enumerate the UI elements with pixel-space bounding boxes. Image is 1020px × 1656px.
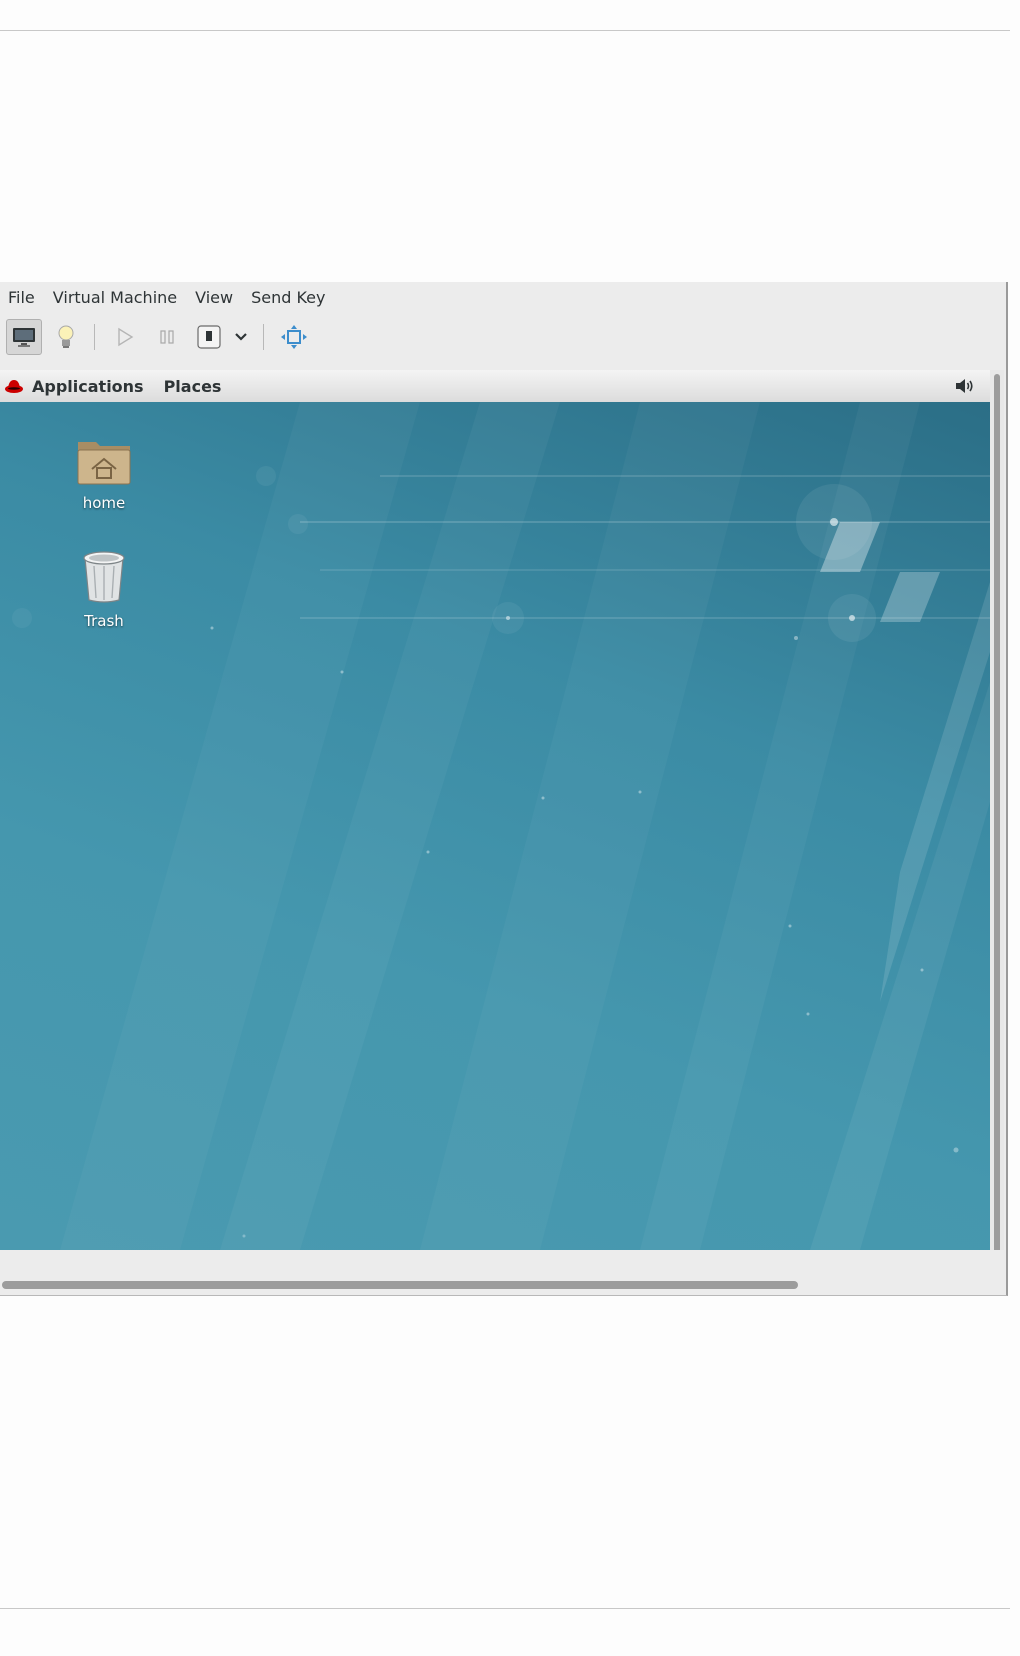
places-menu[interactable]: Places — [164, 377, 222, 396]
menubar: File Virtual Machine View Send Key — [0, 282, 1006, 312]
run-button[interactable] — [107, 319, 143, 355]
volume-button[interactable] — [954, 377, 976, 399]
desktop-icon-home[interactable]: home — [54, 430, 154, 512]
menu-virtual-machine[interactable]: Virtual Machine — [45, 288, 187, 307]
toolbar-separator — [94, 324, 95, 350]
lightbulb-icon — [58, 325, 74, 348]
redhat-logo-icon — [5, 380, 23, 393]
applications-menu[interactable]: Applications — [4, 377, 144, 396]
desktop-icon-label: Trash — [84, 612, 124, 630]
wallpaper-streaks — [12, 402, 990, 1250]
details-button[interactable] — [48, 319, 84, 355]
desktop-icon-trash[interactable]: Trash — [54, 548, 154, 630]
applications-label: Applications — [32, 376, 144, 396]
horizontal-scrollbar-thumb[interactable] — [2, 1281, 798, 1289]
fullscreen-button[interactable] — [276, 319, 312, 355]
monitor-icon — [13, 328, 35, 347]
vertical-scrollbar[interactable] — [990, 370, 1004, 1260]
horizontal-scrollbar[interactable] — [0, 1280, 990, 1290]
speaker-icon — [956, 379, 973, 393]
virtual-machine-window: File Virtual Machine View Send Key Appli… — [0, 282, 1008, 1296]
shutdown-menu-button[interactable] — [229, 319, 253, 355]
play-icon — [118, 327, 134, 347]
bottom-divider — [0, 1608, 1010, 1609]
top-divider — [0, 30, 1010, 31]
guest-desktop[interactable]: home Trash — [0, 402, 990, 1250]
vertical-scrollbar-thumb[interactable] — [994, 374, 1000, 1256]
power-icon — [197, 325, 221, 349]
guest-top-panel: Applications Places — [0, 370, 990, 403]
shutdown-button[interactable] — [191, 319, 227, 355]
home-folder-icon — [77, 442, 131, 485]
pause-button[interactable] — [149, 319, 185, 355]
menu-send-key[interactable]: Send Key — [243, 288, 335, 307]
pause-icon — [160, 330, 174, 344]
desktop-icon-label: home — [82, 494, 126, 512]
console-view-button[interactable] — [6, 319, 42, 355]
fullscreen-icon — [281, 325, 307, 349]
toolbar-separator — [263, 324, 264, 350]
trash-icon — [83, 551, 125, 603]
toolbar — [0, 318, 1006, 356]
chevron-down-icon — [235, 333, 247, 341]
menu-file[interactable]: File — [0, 288, 45, 307]
scroll-region — [0, 1250, 1004, 1294]
menu-view[interactable]: View — [187, 288, 243, 307]
